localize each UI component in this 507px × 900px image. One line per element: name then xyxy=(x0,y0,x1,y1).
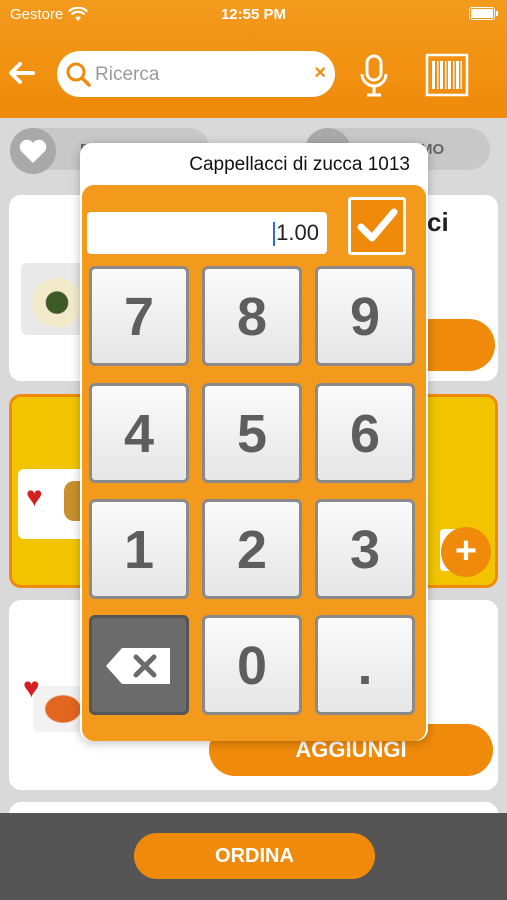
order-button[interactable]: ORDINA xyxy=(134,833,375,879)
product-title: ci xyxy=(427,207,449,237)
key-5[interactable]: 5 xyxy=(202,383,302,483)
back-arrow-icon[interactable] xyxy=(6,58,36,88)
key-6[interactable]: 6 xyxy=(315,383,415,483)
heart-filter-icon xyxy=(10,128,56,174)
quantity-value: 1.00 xyxy=(276,220,319,245)
quantity-input[interactable]: 1.00 xyxy=(87,212,327,254)
confirm-button[interactable] xyxy=(348,197,406,255)
key-1[interactable]: 1 xyxy=(89,499,189,599)
key-8[interactable]: 8 xyxy=(202,266,302,366)
battery-icon xyxy=(469,7,498,20)
microphone-icon[interactable] xyxy=(358,54,390,98)
dialog-title: Cappellacci di zucca 1013 xyxy=(189,154,410,175)
heart-icon[interactable]: ♥ xyxy=(23,672,40,704)
top-bar: Gestore 12:55 PM Ricerca × xyxy=(0,0,507,118)
search-input[interactable]: Ricerca xyxy=(95,64,159,86)
search-bar[interactable]: Ricerca × xyxy=(57,51,335,97)
key-decimal[interactable]: . xyxy=(315,615,415,715)
heart-icon[interactable]: ♥ xyxy=(26,481,43,513)
backspace-icon xyxy=(106,648,170,684)
key-4[interactable]: 4 xyxy=(89,383,189,483)
status-time: 12:55 PM xyxy=(220,6,287,23)
key-3[interactable]: 3 xyxy=(315,499,415,599)
text-cursor xyxy=(273,222,276,247)
checkmark-icon xyxy=(357,208,398,242)
key-2[interactable]: 2 xyxy=(202,499,302,599)
search-icon xyxy=(66,62,91,87)
backspace-key[interactable] xyxy=(89,615,189,715)
status-bar: Gestore 12:55 PM xyxy=(0,0,507,30)
key-0[interactable]: 0 xyxy=(202,615,302,715)
clear-search-icon[interactable]: × xyxy=(314,62,326,85)
plus-icon[interactable]: + xyxy=(441,527,491,577)
barcode-scanner-icon[interactable] xyxy=(425,53,469,97)
key-7[interactable]: 7 xyxy=(89,266,189,366)
key-9[interactable]: 9 xyxy=(315,266,415,366)
